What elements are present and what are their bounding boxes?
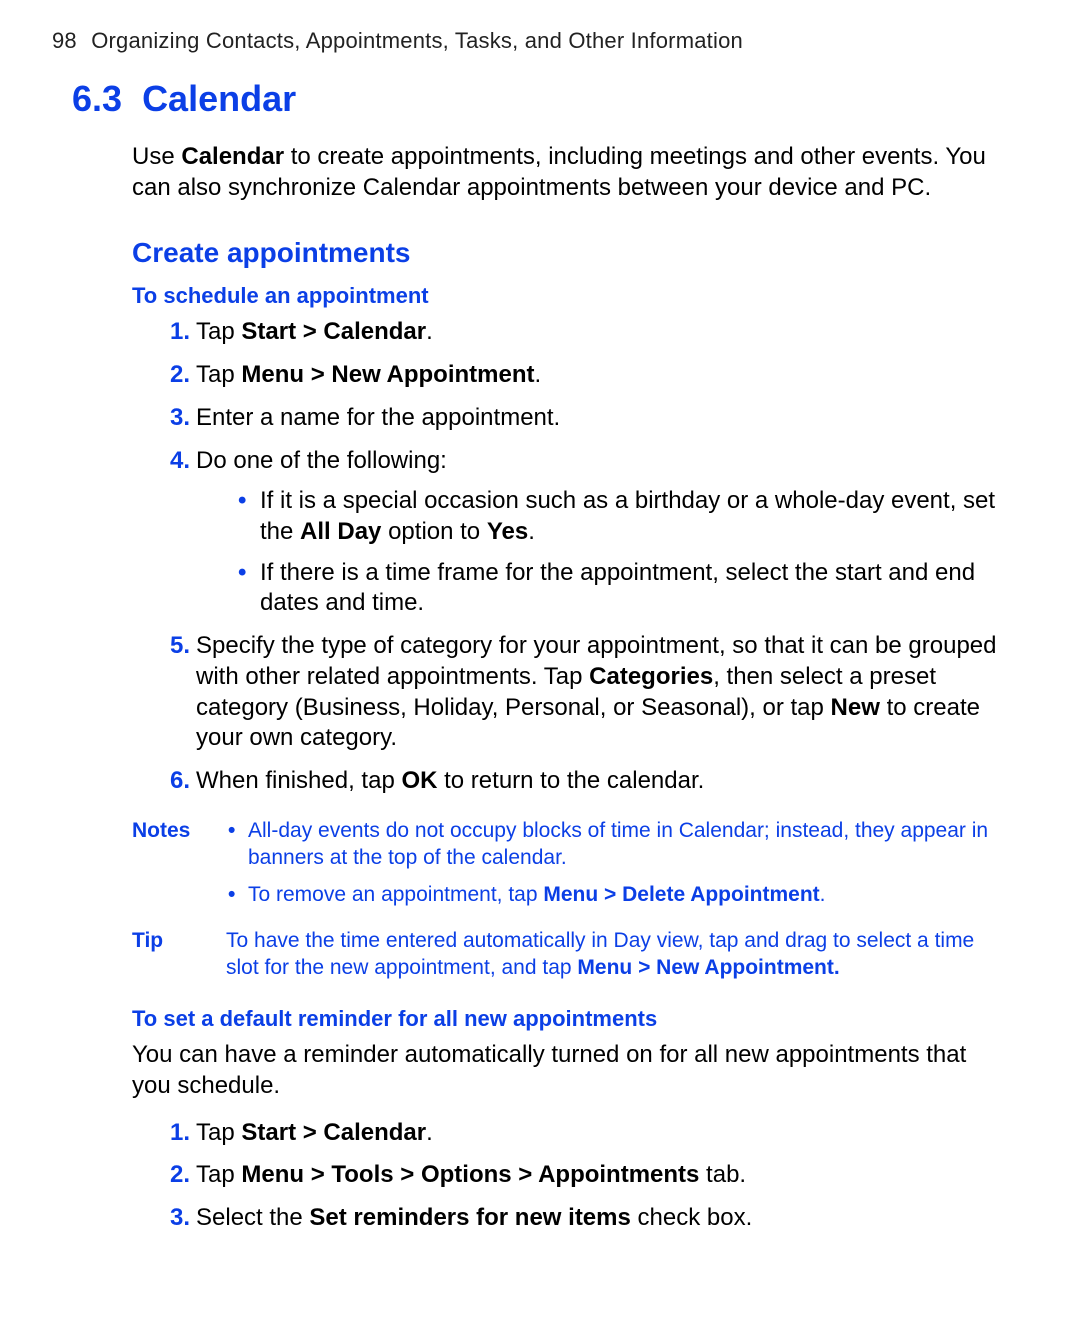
reminder-step-2: 2. Tap Menu > Tools > Options > Appointm… <box>160 1160 1010 1191</box>
subsection-heading: Create appointments <box>132 237 1010 269</box>
option-timeframe: If there is a time frame for the appoint… <box>232 558 1010 619</box>
step-2: 2. Tap Menu > New Appointment. <box>160 360 1010 391</box>
section-number: 6.3 <box>72 78 122 119</box>
step-4-options: If it is a special occasion such as a bi… <box>232 486 1010 619</box>
reminder-steps: 1. Tap Start > Calendar. 2. Tap Menu > T… <box>160 1118 1010 1234</box>
tip-body: To have the time entered automatically i… <box>226 927 1010 982</box>
reminder-heading: To set a default reminder for all new ap… <box>132 1006 1010 1032</box>
manual-page: 98 Organizing Contacts, Appointments, Ta… <box>0 0 1080 1327</box>
step-6: 6. When finished, tap OK to return to th… <box>160 766 1010 797</box>
step-4: 4. Do one of the following: If it is a s… <box>160 446 1010 620</box>
step-3: 3. Enter a name for the appointment. <box>160 403 1010 434</box>
running-title: Organizing Contacts, Appointments, Tasks… <box>91 28 743 53</box>
notes-block: Notes All-day events do not occupy block… <box>132 817 1010 919</box>
page-number: 98 <box>52 28 77 53</box>
tip-block: Tip To have the time entered automatical… <box>132 927 1010 982</box>
running-header: 98 Organizing Contacts, Appointments, Ta… <box>52 28 1010 54</box>
schedule-steps: 1. Tap Start > Calendar. 2. Tap Menu > N… <box>160 317 1010 796</box>
note-1: All-day events do not occupy blocks of t… <box>226 817 1010 872</box>
notes-label: Notes <box>132 817 208 919</box>
reminder-step-3: 3. Select the Set reminders for new item… <box>160 1203 1010 1234</box>
note-2: To remove an appointment, tap Menu > Del… <box>226 881 1010 908</box>
option-all-day: If it is a special occasion such as a bi… <box>232 486 1010 547</box>
step-5: 5. Specify the type of category for your… <box>160 631 1010 754</box>
section-heading: 6.3 Calendar <box>72 78 1010 120</box>
notes-list: All-day events do not occupy blocks of t… <box>226 817 1010 909</box>
step-1: 1. Tap Start > Calendar. <box>160 317 1010 348</box>
topic-heading: To schedule an appointment <box>132 283 1010 309</box>
section-intro: Use Calendar to create appointments, inc… <box>132 142 1010 203</box>
reminder-step-1: 1. Tap Start > Calendar. <box>160 1118 1010 1149</box>
section-title: Calendar <box>142 78 296 119</box>
tip-label: Tip <box>132 927 208 982</box>
reminder-description: You can have a reminder automatically tu… <box>132 1040 1010 1101</box>
